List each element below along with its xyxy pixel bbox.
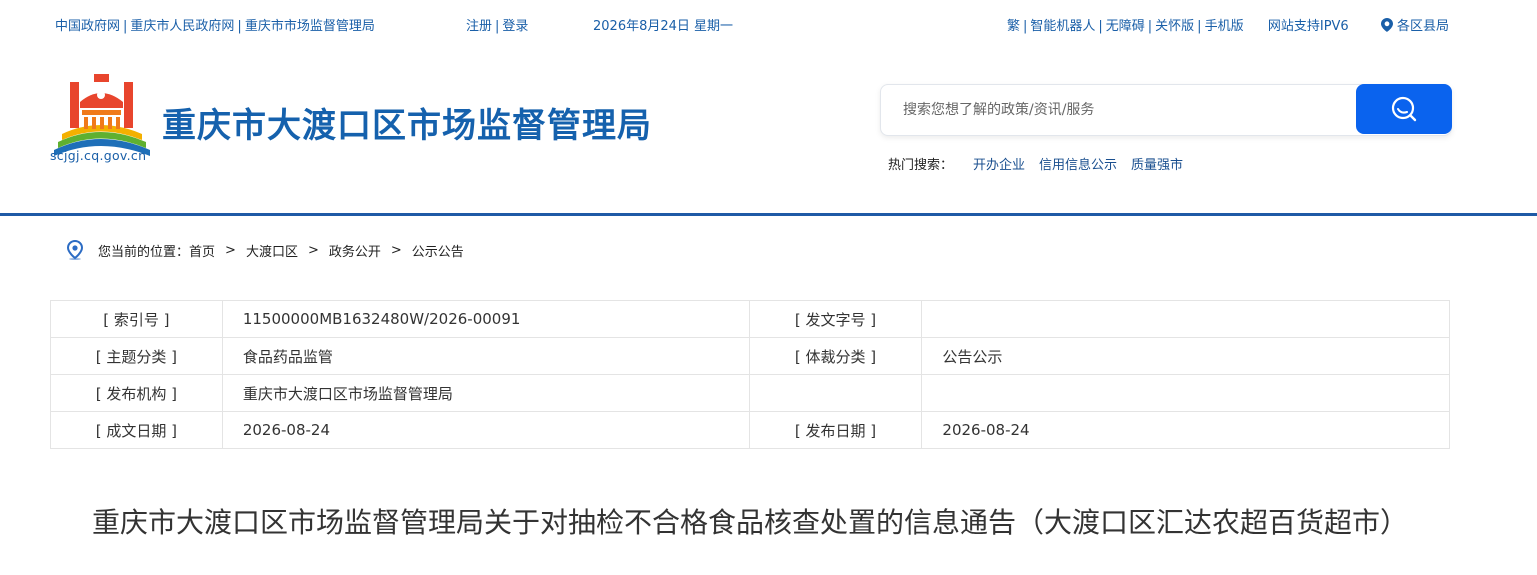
article-title: 重庆市大渡口区市场监督管理局关于对抽检不合格食品核查处置的信息通告（大渡口区汇达… <box>91 505 1408 539</box>
breadcrumb-separator: > <box>307 242 319 258</box>
meta-value: 公告公示 <box>921 337 1450 375</box>
meta-value <box>921 374 1450 412</box>
gov-links: 中国政府网 | 重庆市人民政府网 | 重庆市市场监督管理局 <box>55 15 375 34</box>
top-bar: 中国政府网 | 重庆市人民政府网 | 重庆市市场监督管理局 注册 | 登录 2026年8月2… <box>0 0 1537 46</box>
hot-search-item[interactable]: 开办企业 <box>973 158 1025 173</box>
meta-value: 11500000MB1632480W/2026-00091 <box>221 300 750 338</box>
register-link[interactable]: 注册 <box>466 19 492 34</box>
ipv6-label: 网站支持IPV6 <box>1267 19 1349 34</box>
breadcrumb-item-announcements[interactable]: 公示公告 <box>412 241 464 260</box>
table-row: [ 主题分类 ] 食品药品监管 [ 体裁分类 ] 公告公示 <box>50 337 1450 375</box>
link-china-gov[interactable]: 中国政府网 <box>55 19 120 34</box>
breadcrumb: 您当前的位置： 首页 > 大渡口区 > 政务公开 > 公示公告 <box>66 240 464 260</box>
site-header: scjgj.cq.gov.cn 重庆市大渡口区市场监督管理局 热门搜索： 开办企业… <box>0 46 1537 214</box>
login-link[interactable]: 登录 <box>502 19 528 34</box>
care-mode-link[interactable]: 关怀版 <box>1155 19 1194 34</box>
search-input[interactable] <box>881 85 1365 135</box>
separator: | <box>1098 19 1103 34</box>
search-icon <box>1391 96 1417 122</box>
breadcrumb-item-gov-affairs[interactable]: 政务公开 <box>329 241 381 260</box>
site-domain: scjgj.cq.gov.cn <box>50 148 147 163</box>
breadcrumb-separator: > <box>390 242 402 258</box>
table-row: [ 索引号 ] 11500000MB1632480W/2026-00091 [ … <box>50 300 1450 338</box>
breadcrumb-item-district[interactable]: 大渡口区 <box>246 241 298 260</box>
breadcrumb-prefix: 您当前的位置： <box>98 244 190 260</box>
meta-key: [ 发文字号 ] <box>748 300 923 338</box>
separator: | <box>495 19 500 34</box>
mobile-link[interactable]: 手机版 <box>1205 19 1244 34</box>
robot-link[interactable]: 智能机器人 <box>1030 19 1095 34</box>
separator: | <box>1147 19 1153 34</box>
accessibility-link[interactable]: 无障碍 <box>1106 19 1145 34</box>
map-pin-icon <box>1380 18 1393 32</box>
link-chongqing-gov[interactable]: 重庆市人民政府网 <box>130 19 234 34</box>
meta-key: [ 发布机构 ] <box>50 374 223 412</box>
separator: | <box>1197 19 1202 34</box>
table-row: [ 成文日期 ] 2026-08-24 [ 发布日期 ] 2026-08-24 <box>50 411 1450 449</box>
breadcrumb-item-home[interactable]: 首页 <box>189 241 215 260</box>
hot-search-item[interactable]: 质量强市 <box>1131 158 1183 173</box>
header-divider <box>0 213 1537 216</box>
meta-value: 重庆市大渡口区市场监督管理局 <box>221 374 750 412</box>
site-title[interactable]: 重庆市大渡口区市场监督管理局 <box>162 98 652 147</box>
separator: | <box>237 19 242 34</box>
meta-value: 食品药品监管 <box>221 337 750 375</box>
current-date: 2026年8月24日 星期一 <box>593 19 734 34</box>
districts-link[interactable]: 各区县局 <box>1380 18 1449 34</box>
table-row: [ 发布机构 ] 重庆市大渡口区市场监督管理局 <box>50 374 1450 412</box>
document-meta-table: [ 索引号 ] 11500000MB1632480W/2026-00091 [ … <box>50 300 1450 449</box>
districts-label: 各区县局 <box>1396 19 1449 34</box>
meta-key: [ 发布日期 ] <box>748 411 923 449</box>
meta-value: 2026-08-24 <box>921 411 1450 449</box>
meta-key: [ 成文日期 ] <box>50 411 223 449</box>
meta-value <box>921 300 1450 338</box>
tool-links: 繁 | 智能机器人 | 无障碍 | 关怀版 | 手机版 网站支持IPV6 各区县局 <box>1007 15 1449 34</box>
breadcrumb-separator: > <box>225 242 236 258</box>
link-chongqing-samr[interactable]: 重庆市市场监督管理局 <box>245 19 375 34</box>
separator: | <box>1022 19 1028 34</box>
meta-key: [ 索引号 ] <box>50 300 223 338</box>
meta-key: [ 主题分类 ] <box>50 337 223 375</box>
hot-searches: 热门搜索： 开办企业 信用信息公示 质量强市 <box>888 154 1183 173</box>
search-box <box>880 84 1452 136</box>
location-icon <box>66 240 84 260</box>
traditional-chinese-link[interactable]: 繁 <box>1007 19 1020 34</box>
meta-key: [ 体裁分类 ] <box>748 337 923 375</box>
hot-search-item[interactable]: 信用信息公示 <box>1039 158 1117 173</box>
account-links: 注册 | 登录 <box>466 15 528 34</box>
hot-search-label: 热门搜索： <box>888 158 954 173</box>
meta-key <box>748 374 923 412</box>
separator: | <box>123 19 128 34</box>
meta-value: 2026-08-24 <box>221 411 750 449</box>
search-button[interactable] <box>1356 84 1452 134</box>
